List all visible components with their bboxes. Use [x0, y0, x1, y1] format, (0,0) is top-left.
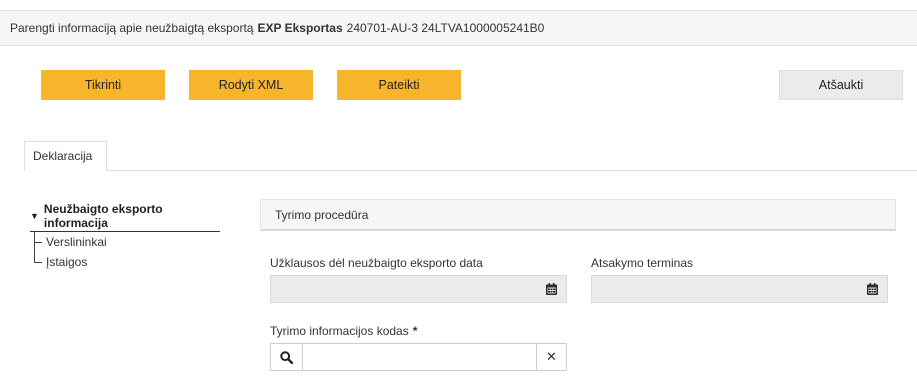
- tree-item-verslininkai[interactable]: Verslininkai: [30, 232, 220, 252]
- tree-item-unfinished-export-info[interactable]: ▼ Neužbaigto eksporto informacija: [30, 202, 220, 232]
- inquiry-date-field[interactable]: [270, 275, 567, 303]
- search-icon[interactable]: [271, 344, 303, 370]
- check-button[interactable]: Tikrinti: [41, 70, 165, 100]
- tree-branch-line: [34, 262, 42, 263]
- tree-branch-line: [34, 242, 42, 243]
- research-code-label: Tyrimo informacijos kodas: [270, 324, 409, 338]
- caret-down-icon[interactable]: ▼: [30, 211, 39, 221]
- navigation-tree: ▼ Neužbaigto eksporto informacija Versli…: [30, 202, 220, 272]
- show-xml-button[interactable]: Rodyti XML: [189, 70, 313, 100]
- deadline-label: Atsakymo terminas: [591, 256, 694, 270]
- calendar-icon[interactable]: [857, 276, 887, 302]
- tree-item-label: Įstaigos: [46, 255, 88, 269]
- research-code-field[interactable]: ✕: [270, 343, 567, 371]
- calendar-icon[interactable]: [536, 276, 566, 302]
- page-title-bar: Parengti informaciją apie neužbaigtą eks…: [0, 10, 917, 46]
- tabs-divider: [24, 170, 917, 171]
- deadline-field[interactable]: [591, 275, 888, 303]
- inquiry-date-label: Užklausos dėl neužbaigto eksporto data: [270, 256, 483, 270]
- tree-root-label: Neužbaigto eksporto informacija: [43, 202, 163, 230]
- required-marker: *: [412, 324, 418, 338]
- tab-label: Deklaracija: [33, 149, 93, 163]
- section-title: Tyrimo procedūra: [275, 207, 369, 222]
- cancel-button[interactable]: Atšaukti: [779, 70, 903, 100]
- close-icon[interactable]: ✕: [536, 344, 566, 370]
- tree-item-label: Verslininkai: [46, 235, 107, 249]
- section-header: Tyrimo procedūra: [260, 199, 896, 231]
- tab-deklaracija[interactable]: Deklaracija: [24, 141, 107, 171]
- submit-button[interactable]: Pateikti: [337, 70, 461, 100]
- research-code-input[interactable]: [303, 344, 536, 370]
- document-reference: 240701-AU-3 24LTVA1000005241B0: [346, 21, 545, 35]
- page-title-prefix: Parengti informaciją apie neužbaigtą eks…: [10, 21, 254, 35]
- research-code-label-row: Tyrimo informacijos kodas *: [270, 324, 417, 338]
- document-type: EXP Eksportas: [257, 21, 343, 35]
- tree-item-istaigos[interactable]: Įstaigos: [30, 252, 220, 272]
